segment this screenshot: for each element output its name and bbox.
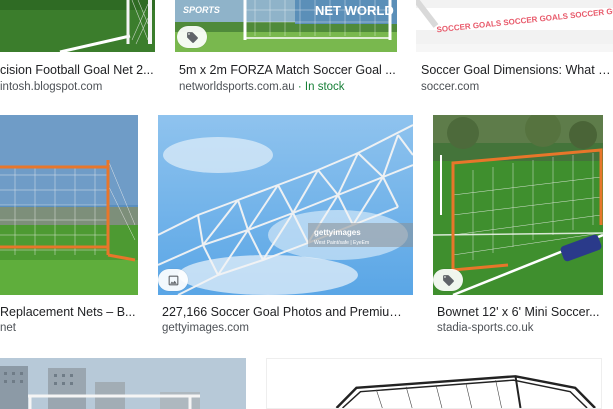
result-title[interactable]: Bownet 12' x 6' Mini Soccer... [437, 304, 605, 320]
result-title[interactable]: 227,166 Soccer Goal Photos and Premium .… [162, 304, 412, 320]
result-tile[interactable]: Bownet 12' x 6' Mini Soccer... stadia-sp… [433, 115, 613, 337]
result-tile[interactable]: NET WORLD SPORTS 5m x 2m FORZA Match Soc… [175, 0, 403, 96]
result-tile[interactable] [266, 358, 602, 409]
tag-icon [442, 274, 454, 286]
result-image[interactable] [266, 358, 602, 409]
result-image[interactable]: SOCCER GOALS SOCCER GOALS SOCCER GOALS [416, 0, 613, 52]
result-title[interactable]: 5m x 2m FORZA Match Soccer Goal ... [179, 62, 401, 78]
result-source[interactable]: intosh.blogspot.com [0, 80, 155, 95]
result-source[interactable]: networldsports.com.au · In stock [179, 80, 401, 95]
result-image[interactable]: gettyimages West Paint/safe | EyeEm [158, 115, 413, 295]
result-image[interactable] [433, 115, 603, 295]
result-tile[interactable]: Replacement Nets – B... net [0, 115, 140, 337]
result-tile[interactable]: SOCCER GOALS SOCCER GOALS SOCCER GOALS S… [416, 0, 613, 96]
watermark-text: NET WORLD [315, 3, 394, 18]
image-icon [168, 275, 178, 285]
result-source-domain: networldsports.com.au [179, 81, 295, 93]
result-tile[interactable]: cision Football Goal Net 2... intosh.blo… [0, 0, 158, 96]
result-image[interactable] [0, 115, 138, 295]
result-title[interactable]: cision Football Goal Net 2... [0, 62, 155, 78]
watermark-text: gettyimages [314, 228, 361, 237]
sign-text: SPORTS [183, 5, 220, 15]
image-badge [158, 269, 188, 291]
result-tile[interactable]: gettyimages West Paint/safe | EyeEm 227,… [158, 115, 416, 337]
tag-badge [177, 26, 207, 48]
tag-icon [186, 31, 198, 43]
result-image[interactable] [0, 358, 246, 409]
result-source[interactable]: gettyimages.com [162, 321, 412, 336]
result-image[interactable] [0, 0, 155, 52]
result-source[interactable]: stadia-sports.co.uk [437, 321, 605, 336]
in-stock-label: · In stock [297, 81, 345, 93]
result-source[interactable]: soccer.com [421, 80, 613, 95]
result-title[interactable]: Soccer Goal Dimensions: What Size [421, 62, 613, 78]
tag-badge [433, 269, 463, 291]
result-image[interactable]: NET WORLD SPORTS [175, 0, 397, 52]
result-source[interactable]: net [0, 321, 138, 336]
watermark-credit: West Paint/safe | EyeEm [314, 240, 369, 246]
result-tile[interactable] [0, 358, 248, 409]
result-title[interactable]: Replacement Nets – B... [0, 304, 138, 320]
